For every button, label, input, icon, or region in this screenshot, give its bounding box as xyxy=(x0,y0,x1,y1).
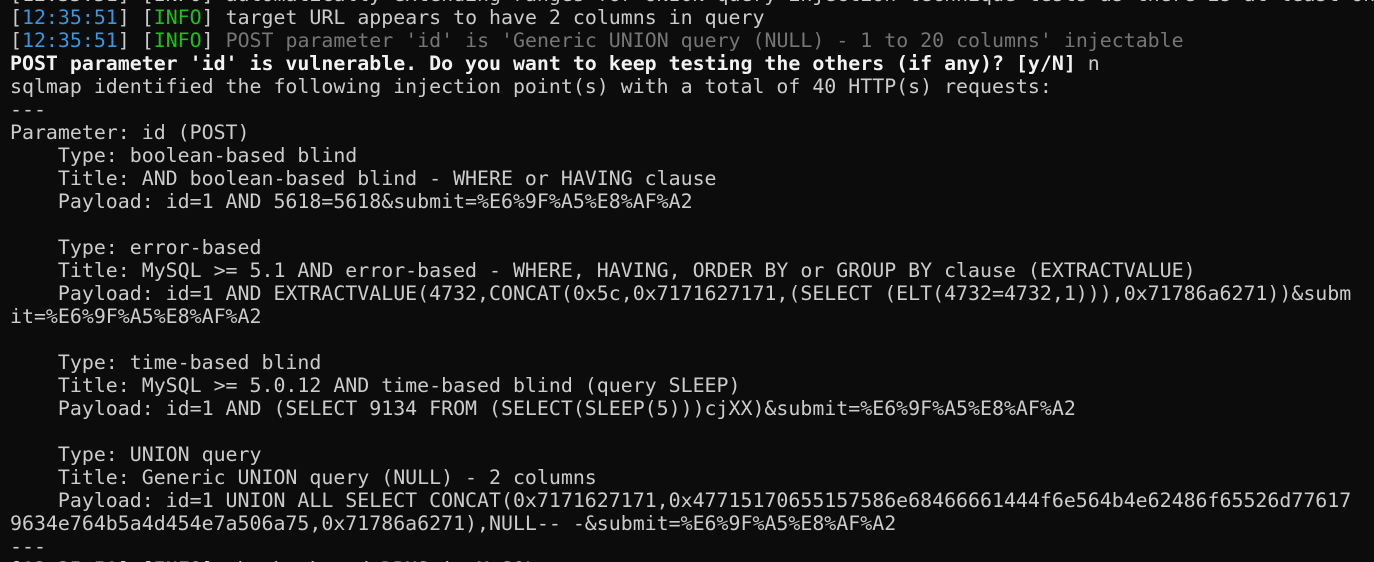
terminal-line: Payload: id=1 UNION ALL SELECT CONCAT(0x… xyxy=(10,489,1374,512)
log-level: INFO xyxy=(153,29,202,52)
output-text: Title: Generic UNION query (NULL) - 2 co… xyxy=(10,466,597,489)
terminal-line: sqlmap identified the following injectio… xyxy=(10,75,1374,98)
log-message: POST parameter 'id' is 'Generic UNION qu… xyxy=(225,29,1184,52)
terminal-line: Type: time-based blind xyxy=(10,351,1374,374)
terminal-line: [12:35:51] [INFO] the back-end DBMS is M… xyxy=(10,558,1374,562)
output-text: Title: AND boolean-based blind - WHERE o… xyxy=(10,167,717,190)
terminal-line: 9634e764b5a4d454e7a506a75,0x71786a6271),… xyxy=(10,512,1374,535)
output-text: Type: error-based xyxy=(10,236,262,259)
output-text: Title: MySQL >= 5.0.12 AND time-based bl… xyxy=(10,374,741,397)
terminal-output: [12:35:51] [INFO] automatically extendin… xyxy=(10,0,1374,562)
output-text: Payload: id=1 AND EXTRACTVALUE(4732,CONC… xyxy=(10,282,1352,305)
terminal-line: Type: error-based xyxy=(10,236,1374,259)
terminal-line: Title: Generic UNION query (NULL) - 2 co… xyxy=(10,466,1374,489)
output-text: sqlmap identified the following injectio… xyxy=(10,75,1052,98)
terminal-line: --- xyxy=(10,535,1374,558)
log-level: INFO xyxy=(153,6,202,29)
output-text: Payload: id=1 AND (SELECT 9134 FROM (SEL… xyxy=(10,397,1076,420)
terminal-line: Title: MySQL >= 5.1 AND error-based - WH… xyxy=(10,259,1374,282)
output-text: Type: time-based blind xyxy=(10,351,322,374)
terminal-window[interactable]: [12:35:51] [INFO] automatically extendin… xyxy=(0,0,1374,562)
prompt-answer: n xyxy=(1087,52,1100,75)
output-text: Type: UNION query xyxy=(10,443,262,466)
terminal-line: --- xyxy=(10,98,1374,121)
terminal-line: it=%E6%9F%A5%E8%AF%A2 xyxy=(10,305,1374,328)
output-text: it=%E6%9F%A5%E8%AF%A2 xyxy=(10,305,262,328)
terminal-line: Type: UNION query xyxy=(10,443,1374,466)
terminal-line: Title: AND boolean-based blind - WHERE o… xyxy=(10,167,1374,190)
log-timestamp: 12:35:51 xyxy=(21,6,118,29)
terminal-line: [12:35:51] [INFO] target URL appears to … xyxy=(10,6,765,29)
terminal-line: Type: boolean-based blind xyxy=(10,144,1374,167)
terminal-line: POST parameter 'id' is vulnerable. Do yo… xyxy=(10,52,1374,75)
terminal-line: Parameter: id (POST) xyxy=(10,121,1374,144)
terminal-line: Payload: id=1 AND (SELECT 9134 FROM (SEL… xyxy=(10,397,1374,420)
output-text: 9634e764b5a4d454e7a506a75,0x71786a6271),… xyxy=(10,512,897,535)
output-text: Type: boolean-based blind xyxy=(10,144,358,167)
terminal-line: Payload: id=1 AND EXTRACTVALUE(4732,CONC… xyxy=(10,282,1374,305)
output-text: Parameter: id (POST) xyxy=(10,121,250,144)
terminal-line: [12:35:51] [INFO] POST parameter 'id' is… xyxy=(10,29,1184,52)
output-text: [12:35:51] [INFO] the back-end DBMS is M… xyxy=(10,558,537,562)
output-text: --- xyxy=(10,98,46,121)
output-text: Title: MySQL >= 5.1 AND error-based - WH… xyxy=(10,259,1196,282)
output-text: Payload: id=1 UNION ALL SELECT CONCAT(0x… xyxy=(10,489,1352,512)
log-timestamp: 12:35:51 xyxy=(21,29,118,52)
prompt-question: POST parameter 'id' is vulnerable. Do yo… xyxy=(10,52,1088,75)
terminal-line: Payload: id=1 AND 5618=5618&submit=%E6%9… xyxy=(10,190,1374,213)
output-text: Payload: id=1 AND 5618=5618&submit=%E6%9… xyxy=(10,190,693,213)
log-message: target URL appears to have 2 columns in … xyxy=(225,6,765,29)
output-text: --- xyxy=(10,535,46,558)
terminal-line: Title: MySQL >= 5.0.12 AND time-based bl… xyxy=(10,374,1374,397)
